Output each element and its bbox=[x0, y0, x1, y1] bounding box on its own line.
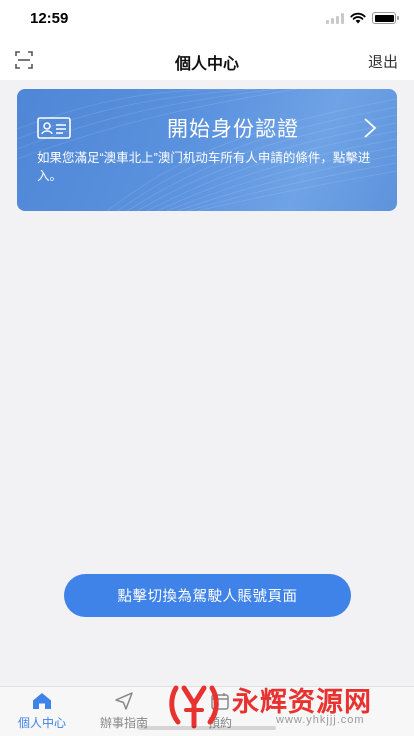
start-identity-verification-card[interactable]: 開始身份認證 如果您滿足“澳車北上”澳门机动车所有人申請的條件，點擊进入。 bbox=[17, 89, 397, 211]
cellular-signal-icon bbox=[326, 12, 344, 24]
navigation-arrow-icon bbox=[115, 692, 133, 710]
logout-button[interactable]: 退出 bbox=[368, 51, 398, 72]
status-icons bbox=[326, 12, 399, 24]
tab-label: 個人中心 bbox=[17, 716, 66, 730]
switch-to-driver-account-button[interactable]: 點擊切換為駕駛人賬號頁面 bbox=[64, 574, 351, 617]
tab-personal-center[interactable]: 個人中心 bbox=[2, 691, 82, 731]
battery-icon bbox=[372, 12, 399, 24]
chevron-right-icon bbox=[364, 118, 377, 138]
nav-bar: 個人中心 退出 bbox=[0, 40, 414, 80]
watermark-url: www.yhkjjj.com bbox=[276, 714, 365, 726]
id-card-icon bbox=[37, 117, 71, 139]
home-indicator bbox=[138, 726, 276, 730]
status-time: 12:59 bbox=[30, 10, 69, 27]
status-bar: 12:59 bbox=[0, 0, 414, 40]
tab-service-guide[interactable]: 辦事指南 bbox=[84, 691, 164, 731]
card-title: 開始身份認證 bbox=[167, 118, 299, 141]
home-icon bbox=[33, 693, 51, 709]
card-description: 如果您滿足“澳車北上”澳门机动车所有人申請的條件，點擊进入。 bbox=[37, 151, 371, 183]
wifi-icon bbox=[350, 12, 366, 24]
page-title: 個人中心 bbox=[174, 56, 239, 73]
